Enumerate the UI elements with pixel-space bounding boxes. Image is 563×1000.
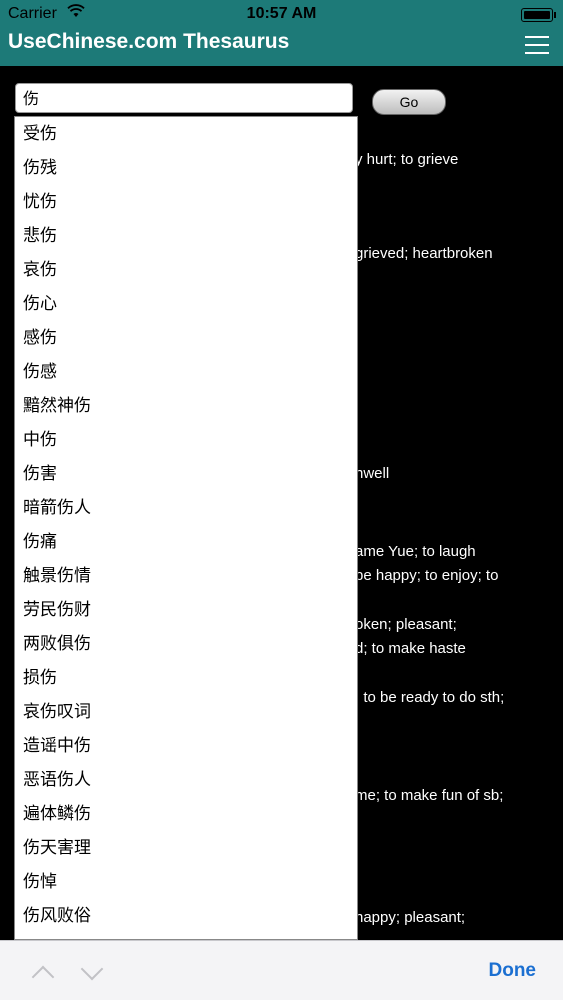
result-text-fragment: happy; pleasant; [355, 909, 466, 926]
suggestion-item[interactable]: 两败俱伤 [15, 627, 357, 661]
suggestion-item[interactable]: 伤感 [15, 355, 357, 389]
suggestion-item[interactable]: 伤天害理 [15, 831, 357, 865]
app-bar: UseChinese.com Thesaurus [0, 26, 563, 66]
suggestion-item[interactable]: 哀伤 [15, 253, 357, 287]
suggestion-item[interactable]: 触景伤情 [15, 559, 357, 593]
suggestion-item[interactable]: 恶语伤人 [15, 763, 357, 797]
previous-field-chevron-up-icon[interactable] [31, 965, 55, 989]
app-title: UseChinese.com Thesaurus [8, 30, 290, 53]
go-button[interactable]: Go [372, 89, 446, 115]
result-text-fragment: ; to be ready to do sth; [355, 689, 505, 706]
suggestion-item[interactable]: 伤心 [15, 287, 357, 321]
hamburger-menu-icon[interactable] [525, 34, 549, 56]
suggestion-item[interactable]: 伤害 [15, 457, 357, 491]
suggestion-item[interactable]: 伤痛 [15, 525, 357, 559]
suggestion-item[interactable]: 损伤 [15, 661, 357, 695]
suggestion-item[interactable]: 劳民伤财 [15, 593, 357, 627]
suggestion-item[interactable]: 悲伤 [15, 219, 357, 253]
suggestion-item[interactable]: 忧伤 [15, 185, 357, 219]
next-field-chevron-down-icon[interactable] [80, 957, 104, 981]
keyboard-accessory-toolbar: Done [0, 940, 563, 1000]
battery-icon [521, 8, 556, 22]
result-text-fragment: me; to make fun of sb; [355, 787, 504, 804]
suggestion-item[interactable]: 黯然神伤 [15, 389, 357, 423]
search-input[interactable]: 伤 [15, 83, 353, 113]
result-text-fragment: ame Yue; to laugh [355, 543, 476, 560]
suggestion-item[interactable]: 中伤 [15, 423, 357, 457]
status-bar: Carrier 10:57 AM [0, 0, 563, 26]
suggestion-item[interactable]: 伤风败俗 [15, 899, 357, 933]
autocomplete-dropdown: 受伤 伤残 忧伤 悲伤 哀伤 伤心 感伤 伤感 黯然神伤 中伤 伤害 暗箭伤人 伤痛 触景伤情 劳民伤财 两败… [14, 116, 358, 940]
suggestion-item[interactable]: 感伤 [15, 321, 357, 355]
suggestion-item[interactable]: 造谣中伤 [15, 729, 357, 763]
suggestion-item[interactable]: 受伤 [15, 117, 357, 151]
suggestion-item[interactable]: 暗箭伤人 [15, 491, 357, 525]
result-text-fragment: nwell [355, 465, 390, 482]
suggestion-item[interactable]: 遍体鳞伤 [15, 797, 357, 831]
clock: 10:57 AM [246, 5, 317, 22]
suggestion-item[interactable]: 伤悼 [15, 865, 357, 899]
suggestion-item[interactable]: 哀伤叹词 [15, 695, 357, 729]
result-text-fragment: grieved; heartbroken [355, 245, 493, 262]
suggestion-item[interactable]: 伤残 [15, 151, 357, 185]
result-text-fragment: oken; pleasant; [355, 616, 457, 633]
done-button[interactable]: Done [489, 960, 537, 982]
result-text-fragment: be happy; to enjoy; to [355, 567, 499, 584]
result-text-fragment: d; to make haste [355, 640, 466, 657]
result-text-fragment: y hurt; to grieve [355, 151, 459, 168]
